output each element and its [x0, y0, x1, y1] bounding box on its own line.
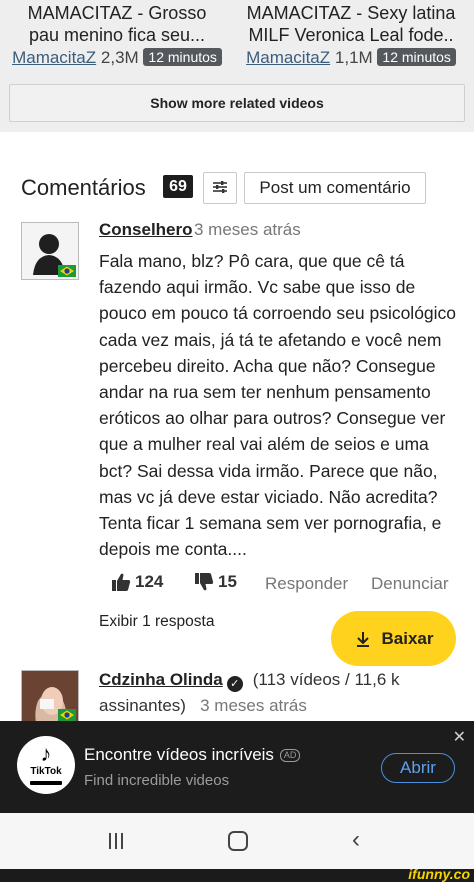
brazil-flag-icon	[58, 265, 76, 277]
subscription-info: (113 vídeos / 11,6 k	[252, 670, 400, 689]
video-duration-badge: 12 minutos	[143, 48, 222, 66]
store-badges	[30, 781, 62, 785]
report-link[interactable]: Denunciar	[371, 574, 449, 594]
video-meta: MamacitaZ 2,3M 12 minutos	[2, 47, 232, 69]
download-label: Baixar	[381, 628, 434, 648]
related-video-card[interactable]: MAMACITAZ - Sexy latina MILF Veronica Le…	[236, 2, 466, 69]
video-title-line1[interactable]: MAMACITAZ - Sexy latina	[236, 2, 466, 24]
ad-subtitle: Find incredible videos	[84, 772, 230, 789]
dislike-count: 15	[218, 572, 237, 591]
reply-link[interactable]: Responder	[265, 574, 348, 594]
related-video-card[interactable]: MAMACITAZ - Grosso pau menino fica seu..…	[2, 2, 232, 69]
comment-timestamp: 3 meses atrás	[194, 220, 301, 239]
ad-title-text: Encontre vídeos incríveis	[84, 745, 274, 764]
download-icon	[356, 631, 369, 647]
bottom-strip	[0, 869, 474, 882]
video-title-line2[interactable]: MILF Veronica Leal fode..	[236, 24, 466, 46]
thumbs-up-icon	[112, 573, 131, 591]
comment-header: Cdzinha Olinda ✓ (113 vídeos / 11,6 k assi…	[99, 667, 459, 719]
comment-sort-button[interactable]	[203, 172, 237, 204]
comment-actions: 124 15 Responder Denunciar	[0, 572, 474, 598]
verified-check-icon: ✓	[226, 676, 243, 692]
related-videos-section: MAMACITAZ - Grosso pau menino fica seu..…	[0, 0, 474, 132]
sliders-icon	[212, 180, 228, 197]
video-views: 1,1M	[334, 48, 373, 67]
comment-count-badge: 69	[163, 175, 193, 198]
dislike-button[interactable]: 15	[194, 572, 237, 592]
download-button[interactable]: Baixar	[331, 611, 456, 666]
comment-author-link[interactable]: Conselhero	[99, 219, 193, 241]
show-more-related-button[interactable]: Show more related videos	[9, 84, 465, 122]
back-icon[interactable]: ‹	[352, 826, 360, 854]
comment-author-link[interactable]: Cdzinha Olinda	[99, 670, 223, 689]
home-icon[interactable]	[228, 831, 248, 851]
watermark: ifunny.co	[408, 866, 470, 882]
comment-body: Fala mano, blz? Pô cara, que que cê tá f…	[99, 251, 457, 560]
brazil-flag-icon	[58, 709, 76, 721]
like-button[interactable]: 124	[111, 572, 163, 592]
like-count: 124	[135, 572, 164, 591]
video-author-link[interactable]: MamacitaZ	[12, 48, 96, 67]
subscription-info-2: assinantes)	[99, 696, 186, 715]
avatar[interactable]	[21, 222, 79, 280]
post-comment-button[interactable]: Post um comentário	[244, 172, 426, 204]
video-title-line1[interactable]: MAMACITAZ - Grosso	[2, 2, 232, 24]
music-note-icon: ♪	[40, 741, 52, 766]
avatar[interactable]	[21, 670, 79, 722]
tiktok-logo: ♪ TikTok	[17, 736, 75, 794]
system-nav-bar: ‹	[0, 813, 474, 869]
ad-badge: AD	[279, 749, 301, 762]
comments-heading: Comentários	[21, 175, 146, 200]
ad-brand: TikTok	[30, 766, 62, 777]
show-replies-link[interactable]: Exibir 1 resposta	[99, 613, 214, 631]
video-views: 2,3M	[100, 48, 139, 67]
video-duration-badge: 12 minutos	[377, 48, 456, 66]
ad-open-button[interactable]: Abrir	[381, 753, 455, 783]
comment-timestamp: 3 meses atrás	[200, 696, 307, 715]
video-title-line2[interactable]: pau menino fica seu...	[2, 24, 232, 46]
close-icon[interactable]: ✕	[453, 727, 466, 747]
recent-apps-icon[interactable]	[107, 832, 125, 855]
thumbs-down-icon	[195, 573, 214, 591]
video-author-link[interactable]: MamacitaZ	[246, 48, 330, 67]
video-meta: MamacitaZ 1,1M 12 minutos	[236, 47, 466, 69]
ad-title: Encontre vídeos incríveis AD	[84, 745, 301, 765]
